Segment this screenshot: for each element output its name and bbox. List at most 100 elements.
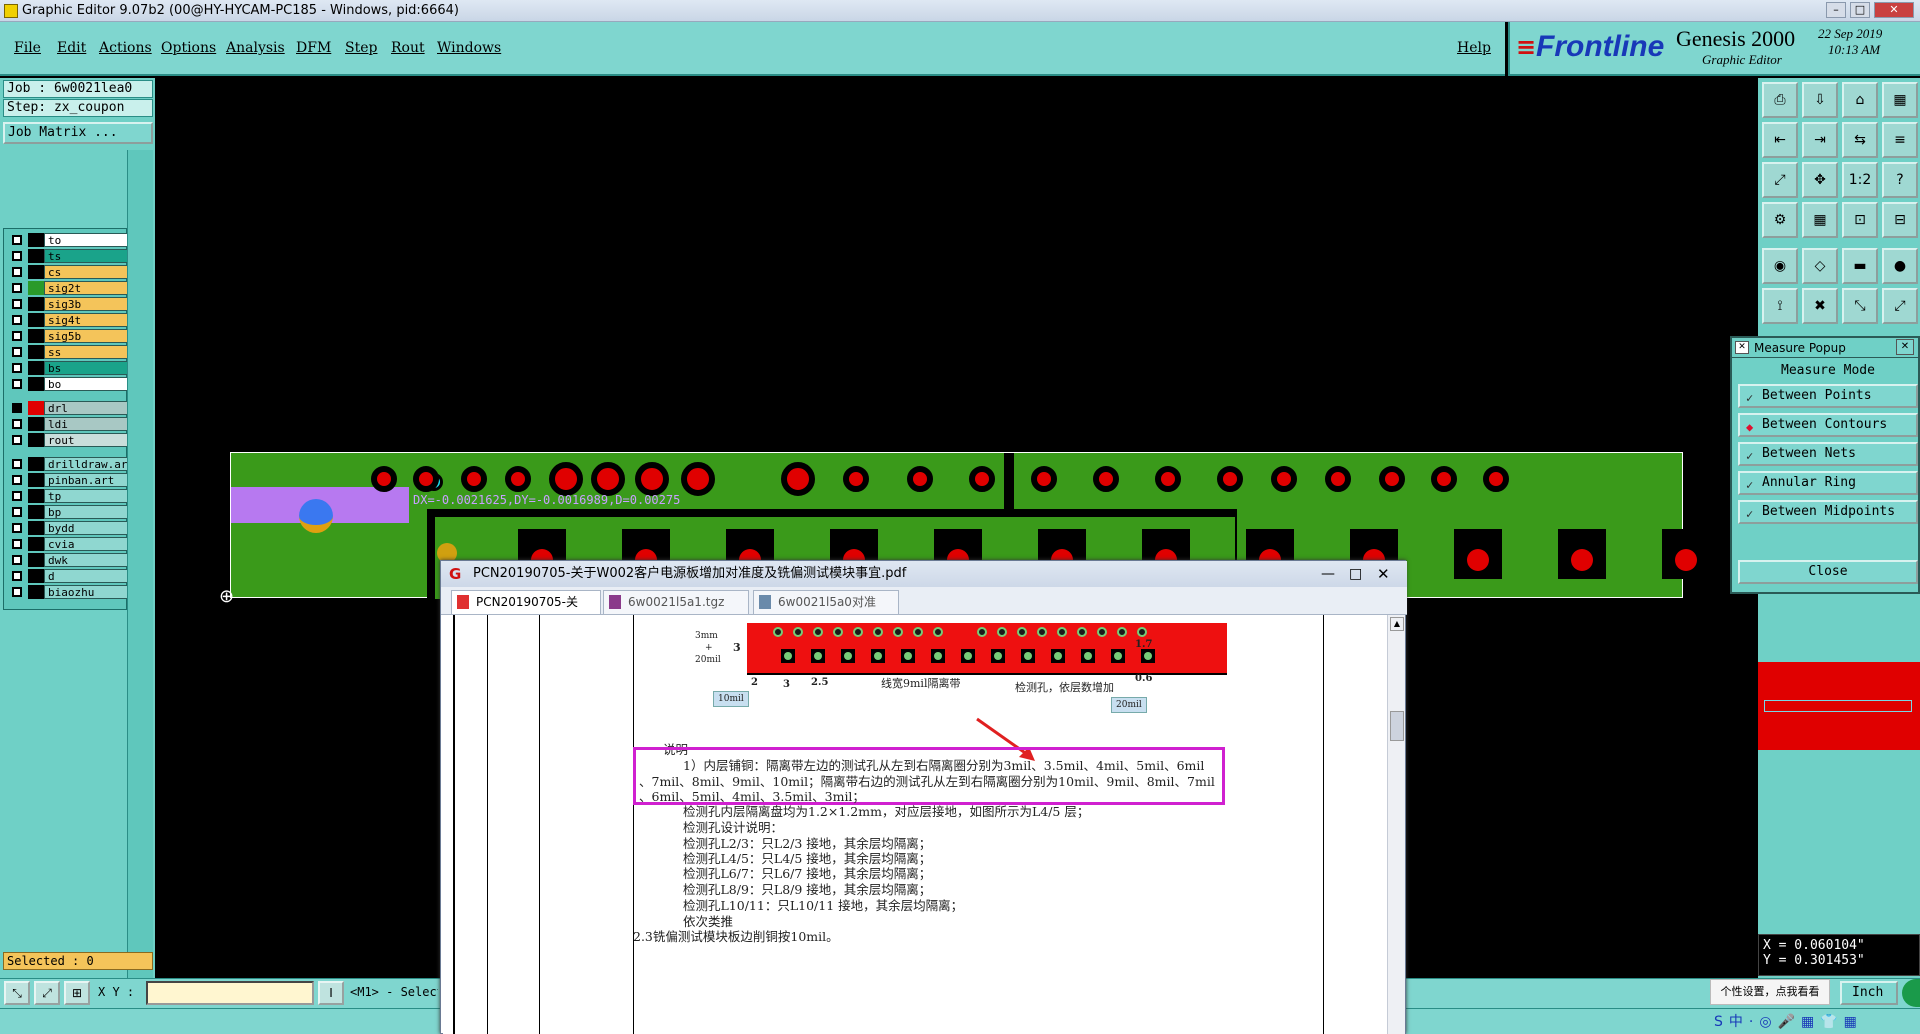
pdf-close-icon[interactable]: ✕ <box>1377 561 1390 587</box>
option-between-contours[interactable]: ◆ Between Contours <box>1738 413 1918 437</box>
layer-checkbox[interactable] <box>12 491 22 501</box>
cross-icon[interactable]: ✖ <box>1802 288 1838 324</box>
menu-file[interactable]: File <box>14 40 41 56</box>
layer-checkbox[interactable] <box>12 523 22 533</box>
layer-row-to[interactable]: to <box>6 233 128 247</box>
layer-checkbox[interactable] <box>12 347 22 357</box>
layer-row-bydd[interactable]: bydd <box>6 521 128 535</box>
menu-edit[interactable]: Edit <box>57 40 86 56</box>
maximize-button[interactable]: □ <box>1850 2 1870 18</box>
node-icon[interactable]: ⟟ <box>1762 288 1798 324</box>
layer-row-ldi[interactable]: ldi <box>6 417 128 431</box>
snap-icon[interactable]: ◉ <box>1762 248 1798 284</box>
shape-icon[interactable]: ◇ <box>1802 248 1838 284</box>
zoom-tool-icon[interactable]: ⤡ <box>4 981 30 1005</box>
menu-help[interactable]: Help <box>1457 40 1491 56</box>
option-between-nets[interactable]: ✓ Between Nets <box>1738 442 1918 466</box>
layer-checkbox[interactable] <box>12 507 22 517</box>
menu-rout[interactable]: Rout <box>391 40 425 56</box>
graph-icon[interactable]: ⚙ <box>1762 202 1798 238</box>
layer-checkbox[interactable] <box>12 331 22 341</box>
layer-row-sig2t[interactable]: sig2t <box>6 281 128 295</box>
layer-scrollbar[interactable] <box>127 150 153 1028</box>
layer-checkbox[interactable] <box>12 251 22 261</box>
home-icon[interactable]: ⌂ <box>1842 82 1878 118</box>
personal-settings-tip[interactable]: 个性设置，点我看看 <box>1710 979 1830 1005</box>
tab-tgz[interactable]: 6w0021l5a1.tgz <box>603 590 749 614</box>
layer-checkbox[interactable] <box>12 235 22 245</box>
left-panel-icon[interactable]: ⇤ <box>1762 122 1798 158</box>
connect-icon[interactable]: ⤡ <box>1842 288 1878 324</box>
split-icon[interactable]: ⇆ <box>1842 122 1878 158</box>
scroll-up-icon[interactable]: ▲ <box>1390 617 1404 631</box>
popup-menu-icon[interactable]: ✕ <box>1735 341 1749 354</box>
layer-row-cvia[interactable]: cvia <box>6 537 128 551</box>
measure-close-button[interactable]: Close <box>1738 560 1918 584</box>
job-matrix-button[interactable]: Job Matrix ... <box>3 122 153 144</box>
center-icon[interactable]: ✥ <box>1802 162 1838 198</box>
layer-row-cs[interactable]: cs <box>6 265 128 279</box>
layer-checkbox[interactable] <box>12 283 22 293</box>
layer-row-ss[interactable]: ss <box>6 345 128 359</box>
layer-checkbox[interactable] <box>12 363 22 373</box>
dot-icon[interactable]: ● <box>1882 248 1918 284</box>
close-window-button[interactable]: ✕ <box>1874 2 1914 18</box>
tab-pdf[interactable]: PCN20190705-关于... <box>451 590 601 631</box>
menu-options[interactable]: Options <box>161 40 216 56</box>
xy-input[interactable] <box>146 981 314 1005</box>
layer-row-sig3b[interactable]: sig3b <box>6 297 128 311</box>
layer-row-rout[interactable]: rout <box>6 433 128 447</box>
layer-row-ts[interactable]: ts <box>6 249 128 263</box>
units-selector[interactable]: Inch <box>1840 981 1898 1005</box>
cursor-tool-icon[interactable]: I <box>318 981 344 1005</box>
layer-row-drilldraw-ar[interactable]: drilldraw.ar <box>6 457 128 471</box>
option-between-midpoints[interactable]: ✓ Between Midpoints <box>1738 500 1918 524</box>
menu-windows[interactable]: Windows <box>437 40 501 56</box>
pan-tool-icon[interactable]: ⤢ <box>34 981 60 1005</box>
tab-image[interactable]: 6w0021l5a0对准度... <box>753 590 899 631</box>
connect-alt-icon[interactable]: ⤢ <box>1882 288 1918 324</box>
layer-checkbox[interactable] <box>12 379 22 389</box>
grid-view-icon[interactable]: ▦ <box>1802 202 1838 238</box>
layer-row-pinban-art[interactable]: pinban.art <box>6 473 128 487</box>
window-icon[interactable]: ▦ <box>1882 82 1918 118</box>
layer-checkbox[interactable] <box>12 299 22 309</box>
layer-checkbox[interactable] <box>12 403 22 413</box>
layer-row-bo[interactable]: bo <box>6 377 128 391</box>
layer-checkbox[interactable] <box>12 475 22 485</box>
ime-toolbar-icon[interactable]: S中·◎🎤▦👕▦ <box>1714 1011 1914 1033</box>
layer-row-drl[interactable]: drl <box>6 401 128 415</box>
save-icon[interactable]: ⇩ <box>1802 82 1838 118</box>
popup-close-icon[interactable]: ✕ <box>1896 339 1914 355</box>
layer-checkbox[interactable] <box>12 435 22 445</box>
menu-dfm[interactable]: DFM <box>296 40 331 56</box>
pdf-minimize-icon[interactable]: — <box>1321 561 1335 587</box>
layer-row-d[interactable]: d <box>6 569 128 583</box>
menu-step[interactable]: Step <box>345 40 377 56</box>
pdf-page[interactable]: 3mm + 20mil 3 2 3 2.5 10mil 线宽9mil隔离带 检测… <box>443 615 1387 1034</box>
layer-checkbox[interactable] <box>12 459 22 469</box>
layers-alt-icon[interactable]: ⊟ <box>1882 202 1918 238</box>
ratio-icon[interactable]: 1:2 <box>1842 162 1878 198</box>
layer-checkbox[interactable] <box>12 555 22 565</box>
option-annular-ring[interactable]: ✓ Annular Ring <box>1738 471 1918 495</box>
pdf-maximize-icon[interactable]: □ <box>1349 561 1362 587</box>
layer-row-sig5b[interactable]: sig5b <box>6 329 128 343</box>
line-style-icon[interactable]: ▬ <box>1842 248 1878 284</box>
pdf-scrollbar[interactable]: ▲ <box>1387 615 1405 1034</box>
option-between-points[interactable]: ✓ Between Points <box>1738 384 1918 408</box>
align-icon[interactable]: ≡ <box>1882 122 1918 158</box>
layer-row-tp[interactable]: tp <box>6 489 128 503</box>
layer-checkbox[interactable] <box>12 315 22 325</box>
help-icon[interactable]: ? <box>1882 162 1918 198</box>
print-icon[interactable]: ⎙ <box>1762 82 1798 118</box>
grid-tool-icon[interactable]: ⊞ <box>64 981 90 1005</box>
fit-icon[interactable]: ⤢ <box>1762 162 1798 198</box>
menu-analysis[interactable]: Analysis <box>226 40 285 56</box>
minimize-button[interactable]: – <box>1826 2 1846 18</box>
layer-row-dwk[interactable]: dwk <box>6 553 128 567</box>
scroll-thumb[interactable] <box>1390 711 1404 741</box>
layer-checkbox[interactable] <box>12 419 22 429</box>
layer-row-biaozhu[interactable]: biaozhu <box>6 585 128 599</box>
layer-checkbox[interactable] <box>12 267 22 277</box>
